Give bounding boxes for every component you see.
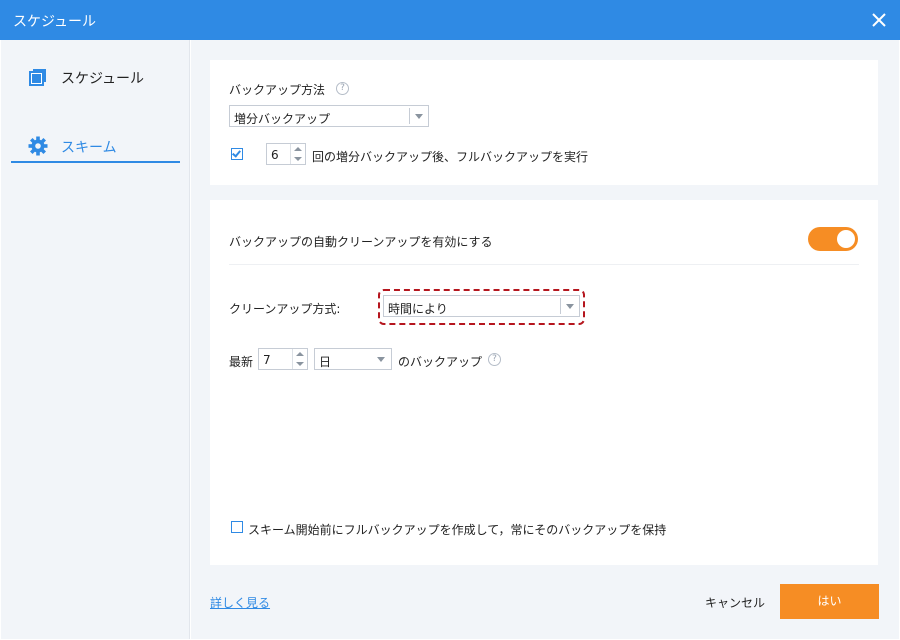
stepper-buttons	[292, 349, 307, 369]
auto-cleanup-label: バックアップの自動クリーンアップを有効にする	[229, 235, 493, 249]
cleanup-method-select[interactable]: 時間により	[383, 295, 580, 317]
full-backup-text: 回の増分バックアップ後、フルバックアップを実行	[312, 150, 589, 164]
help-icon[interactable]: ?	[336, 82, 349, 95]
ok-button[interactable]: はい	[780, 584, 879, 619]
sidebar-item-schedule[interactable]: スケジュール	[11, 58, 180, 94]
auto-cleanup-toggle[interactable]	[808, 227, 858, 251]
sidebar-item-label: スキーム	[61, 140, 117, 156]
time-unit-select[interactable]: 日	[314, 348, 392, 370]
divider	[229, 264, 859, 265]
stepper-down-icon[interactable]	[294, 157, 302, 161]
stepper-up-icon[interactable]	[294, 147, 302, 151]
main-content: バックアップ方法 ? 増分バックアップ 6 回の増分バックアップ後、フルバックア…	[191, 40, 899, 639]
sidebar-item-label: スケジュール	[61, 71, 145, 87]
close-icon[interactable]	[868, 9, 890, 31]
cleanup-panel: バックアップの自動クリーンアップを有効にする クリーンアップ方式: 時間により …	[210, 200, 878, 565]
backup-suffix-text: のバックアップ	[398, 355, 483, 369]
title-bar: スケジュール	[0, 0, 900, 40]
backup-method-value: 増分バックアップ	[234, 112, 331, 126]
chevron-down-icon	[409, 108, 428, 124]
keep-full-text: スキーム開始前にフルバックアップを作成して，常にそのバックアップを保持	[248, 523, 667, 537]
backup-method-select[interactable]: 増分バックアップ	[229, 105, 429, 127]
sidebar-item-scheme[interactable]: スキーム	[11, 127, 180, 163]
keep-full-checkbox[interactable]	[231, 521, 243, 533]
time-unit-value: 日	[319, 355, 332, 369]
help-icon[interactable]: ?	[488, 353, 501, 366]
window-title: スケジュール	[13, 14, 97, 30]
latest-count-value: 7	[263, 353, 271, 367]
cleanup-method-label: クリーンアップ方式:	[229, 302, 341, 316]
latest-count-stepper[interactable]: 7	[258, 348, 308, 370]
latest-label: 最新	[229, 355, 254, 369]
gear-icon	[28, 136, 48, 156]
cancel-button[interactable]: キャンセル	[705, 594, 765, 611]
full-backup-count-stepper[interactable]: 6	[266, 143, 306, 165]
backup-method-label: バックアップ方法	[229, 83, 326, 97]
copy-icon	[29, 69, 46, 86]
cleanup-method-value: 時間により	[388, 302, 448, 316]
full-backup-checkbox[interactable]	[231, 148, 243, 160]
chevron-down-icon	[372, 351, 391, 367]
full-backup-count-value: 6	[271, 148, 279, 162]
sidebar: スケジュール スキーム	[1, 40, 190, 639]
backup-method-panel: バックアップ方法 ? 増分バックアップ 6 回の増分バックアップ後、フルバックア…	[210, 60, 878, 185]
stepper-down-icon[interactable]	[296, 362, 304, 366]
stepper-up-icon[interactable]	[296, 352, 304, 356]
stepper-buttons	[290, 144, 305, 164]
check-icon	[232, 148, 241, 158]
toggle-knob	[837, 230, 855, 248]
learn-more-link[interactable]: 詳しく見る	[210, 594, 270, 611]
chevron-down-icon	[560, 298, 579, 314]
